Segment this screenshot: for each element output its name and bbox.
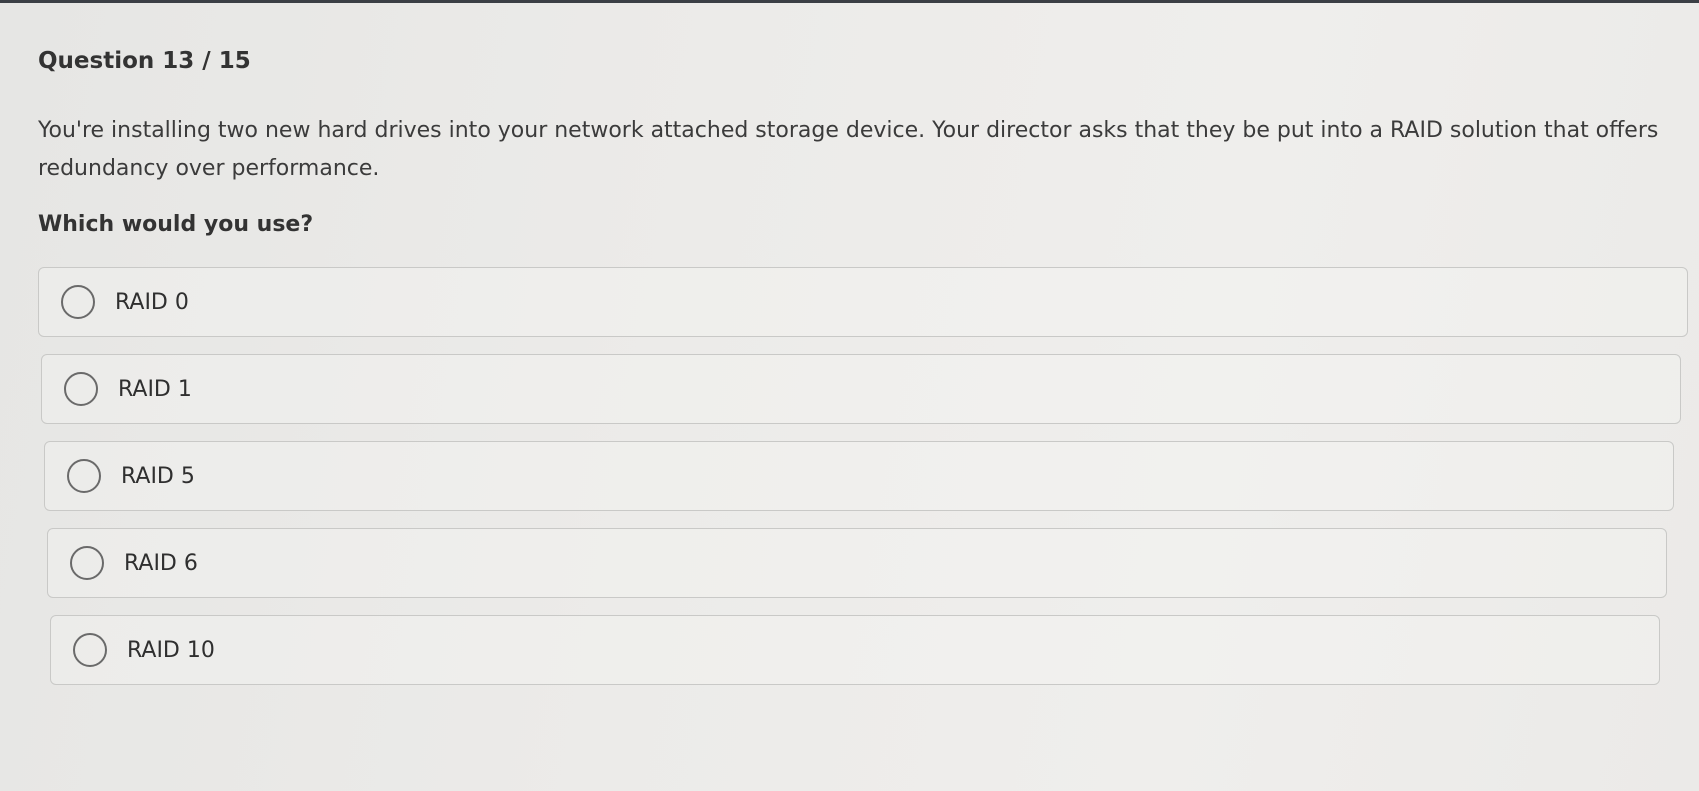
question-counter: Question 13 / 15	[38, 48, 251, 74]
answer-options: RAID 0 RAID 1 RAID 5 RAID 6 RAID 10	[38, 267, 1688, 685]
question-text: You're installing two new hard drives in…	[38, 118, 1659, 181]
question-prompt: Which would you use?	[38, 212, 314, 237]
answer-option-label: RAID 5	[121, 463, 195, 489]
answer-option-raid-6[interactable]: RAID 6	[47, 528, 1667, 598]
radio-button-icon[interactable]	[67, 459, 101, 493]
answer-option-raid-10[interactable]: RAID 10	[50, 615, 1660, 685]
answer-option-label: RAID 6	[124, 550, 198, 576]
radio-button-icon[interactable]	[73, 633, 107, 667]
radio-button-icon[interactable]	[61, 285, 95, 319]
top-edge-border	[0, 0, 1699, 3]
answer-option-label: RAID 1	[118, 376, 192, 402]
answer-option-raid-0[interactable]: RAID 0	[38, 267, 1688, 337]
answer-option-label: RAID 10	[127, 637, 215, 663]
radio-button-icon[interactable]	[70, 546, 104, 580]
radio-button-icon[interactable]	[64, 372, 98, 406]
answer-option-raid-1[interactable]: RAID 1	[41, 354, 1681, 424]
answer-option-raid-5[interactable]: RAID 5	[44, 441, 1674, 511]
answer-option-label: RAID 0	[115, 289, 189, 315]
quiz-question-panel: Question 13 / 15 You're installing two n…	[38, 40, 1688, 702]
